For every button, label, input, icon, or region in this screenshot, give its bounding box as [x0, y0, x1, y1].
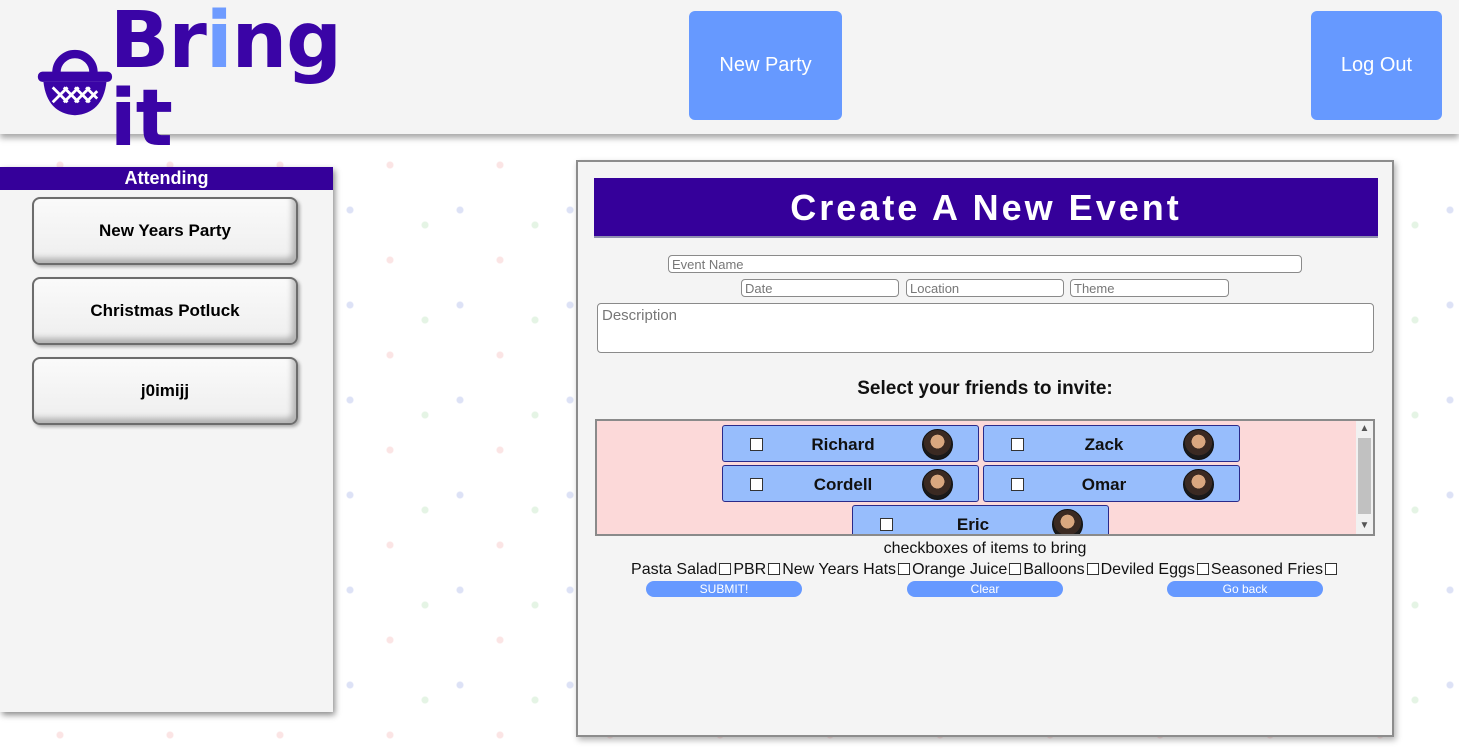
attending-event-button[interactable]: j0imijj: [32, 357, 298, 425]
clear-button[interactable]: Clear: [907, 581, 1063, 597]
logout-button[interactable]: Log Out: [1311, 11, 1442, 120]
basket-icon: [37, 49, 113, 116]
items-checklist: Pasta Salad PBR New Years Hats Orange Juice…: [578, 561, 1392, 579]
friend-checkbox[interactable]: [750, 438, 763, 451]
bring-it-logo[interactable]: Bring it: [36, 2, 406, 158]
event-name-input[interactable]: [668, 255, 1302, 273]
item-checkbox[interactable]: [768, 563, 781, 575]
friend-card-eric: Eric: [852, 505, 1109, 534]
item-label: Deviled Eggs: [1100, 561, 1195, 578]
attending-event-button[interactable]: New Years Party: [32, 197, 298, 265]
location-input[interactable]: [906, 279, 1064, 297]
new-party-button[interactable]: New Party: [689, 11, 842, 120]
friends-label: Select your friends to invite:: [857, 378, 1113, 399]
item-checkbox[interactable]: [719, 563, 732, 575]
avatar: [922, 429, 953, 460]
panel-title: Create A New Event: [594, 178, 1378, 238]
item-label: PBR: [733, 561, 767, 578]
item-label: Orange Juice: [912, 561, 1008, 578]
friend-checkbox[interactable]: [880, 518, 893, 531]
friend-name: Omar: [1081, 475, 1127, 494]
attending-event-button[interactable]: Christmas Potluck: [32, 277, 298, 345]
friend-card-zack: Zack: [983, 425, 1240, 462]
friend-checkbox[interactable]: [1011, 478, 1024, 491]
friend-card-richard: Richard: [722, 425, 979, 462]
attending-heading: Attending: [0, 167, 333, 190]
item-checkbox[interactable]: [1086, 563, 1099, 575]
item-checkbox[interactable]: [898, 563, 911, 575]
scroll-down-icon[interactable]: ▼: [1356, 518, 1373, 534]
item-checkbox[interactable]: [1009, 563, 1022, 575]
avatar: [922, 469, 953, 500]
friend-name: Richard: [811, 435, 875, 454]
friend-card-cordell: Cordell: [722, 465, 979, 502]
item-label: New Years Hats: [782, 561, 897, 578]
attending-sidebar: Attending New Years Party Christmas Potl…: [0, 167, 333, 712]
item-label: Balloons: [1023, 561, 1085, 578]
scroll-up-icon[interactable]: ▲: [1356, 421, 1373, 437]
description-input[interactable]: [597, 303, 1374, 353]
friend-checkbox[interactable]: [1011, 438, 1024, 451]
item-checkbox[interactable]: [1196, 563, 1209, 575]
top-header: Bring it New Party Log Out: [0, 0, 1459, 158]
item-label: Pasta Salad: [631, 561, 718, 578]
friends-list[interactable]: Richard Zack Cordell Omar Eric ▲ ▼: [595, 419, 1375, 536]
submit-button[interactable]: SUBMIT!: [646, 581, 802, 597]
scroll-thumb[interactable]: [1358, 438, 1371, 514]
friends-scrollbar[interactable]: ▲ ▼: [1356, 421, 1373, 534]
go-back-button[interactable]: Go back: [1167, 581, 1323, 597]
friend-name: Eric: [956, 515, 990, 534]
avatar: [1052, 509, 1083, 534]
friend-checkbox[interactable]: [750, 478, 763, 491]
create-event-panel: Create A New Event Select your friends t…: [576, 160, 1394, 737]
item-label: Seasoned Fries: [1210, 561, 1323, 578]
avatar: [1183, 469, 1214, 500]
friend-name: Zack: [1084, 435, 1124, 454]
logo-wordmark: Bring it: [109, 0, 342, 164]
date-input[interactable]: [741, 279, 899, 297]
items-caption: checkboxes of items to bring: [883, 540, 1087, 557]
item-checkbox[interactable]: [1324, 563, 1337, 575]
friend-name: Cordell: [813, 475, 873, 494]
avatar: [1183, 429, 1214, 460]
theme-input[interactable]: [1070, 279, 1229, 297]
friend-card-omar: Omar: [983, 465, 1240, 502]
